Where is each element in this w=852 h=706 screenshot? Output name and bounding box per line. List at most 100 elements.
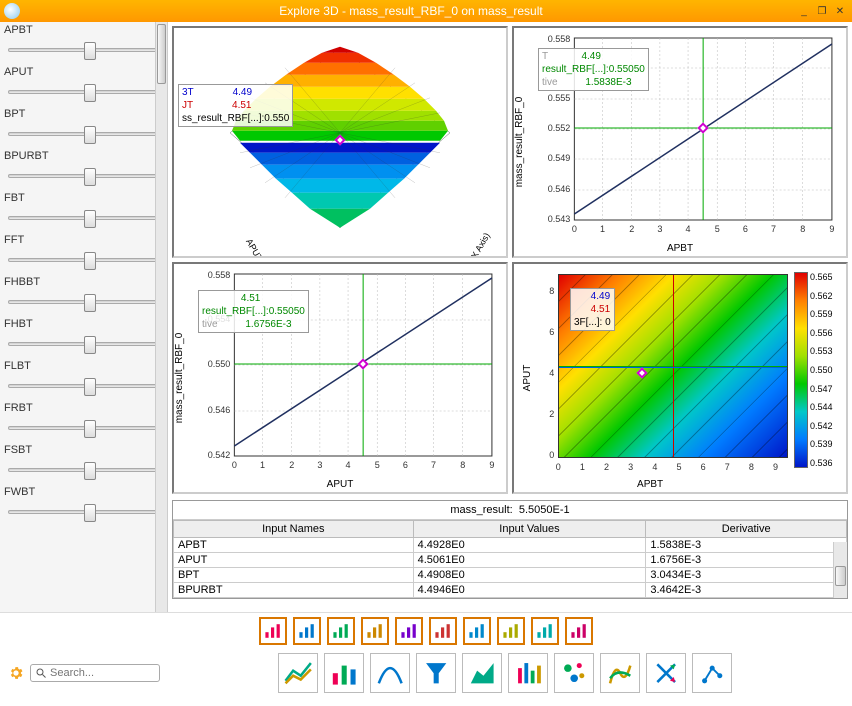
slider-thumb[interactable] — [84, 210, 96, 228]
slider-track[interactable] — [8, 206, 159, 230]
slider-thumb[interactable] — [84, 252, 96, 270]
maximize-button[interactable]: ❐ — [814, 4, 830, 18]
colorbar-tick: 0.562 — [810, 291, 833, 301]
svg-text:0.549: 0.549 — [548, 153, 571, 163]
slider-label: FRBT — [2, 402, 165, 414]
slider-track[interactable] — [8, 416, 159, 440]
slider-track[interactable] — [8, 248, 159, 272]
result-panel: mass_result: 5.5050E-1 Input NamesInput … — [172, 500, 848, 599]
search-input[interactable] — [50, 667, 155, 679]
svg-text:4: 4 — [549, 368, 554, 378]
table-cell: APUT — [174, 553, 414, 568]
svg-text:0.543: 0.543 — [548, 214, 571, 224]
slider-thumb[interactable] — [84, 42, 96, 60]
titlebar: Explore 3D - mass_result_RBF_0 on mass_r… — [0, 0, 852, 22]
close-button[interactable]: ✕ — [832, 4, 848, 18]
svg-text:4: 4 — [686, 224, 691, 234]
scrollbar-thumb[interactable] — [157, 24, 166, 84]
svg-text:0: 0 — [572, 224, 577, 234]
surface-chart-icon[interactable] — [278, 653, 318, 693]
bars-icon[interactable] — [497, 617, 525, 645]
slider-track[interactable] — [8, 500, 159, 524]
svg-text:1: 1 — [600, 224, 605, 234]
bubble-icon[interactable] — [531, 617, 559, 645]
svg-text:3: 3 — [657, 224, 662, 234]
align-left-icon[interactable] — [327, 617, 355, 645]
contour-chart[interactable]: 012 345 6789 024 68 APBT APUT 4.49 4.51 … — [512, 262, 848, 494]
slider-track[interactable] — [8, 122, 159, 146]
slider-thumb[interactable] — [84, 504, 96, 522]
slider-track[interactable] — [8, 290, 159, 314]
slider-track[interactable] — [8, 374, 159, 398]
shuffle-icon[interactable] — [646, 653, 686, 693]
svg-text:0: 0 — [556, 462, 561, 472]
table-header: Input Values — [413, 521, 646, 538]
split-icon[interactable] — [429, 617, 457, 645]
columns-icon[interactable] — [293, 617, 321, 645]
path-icon[interactable] — [692, 653, 732, 693]
svg-text:4: 4 — [346, 460, 351, 470]
table-row[interactable]: APBT4.4928E01.5838E-3 — [174, 538, 847, 553]
table-cell: 4.5061E0 — [413, 553, 646, 568]
svg-text:9: 9 — [829, 224, 834, 234]
x-axis-label: APBT — [667, 243, 693, 254]
slider-thumb[interactable] — [84, 378, 96, 396]
result-table: Input NamesInput ValuesDerivative APBT4.… — [173, 520, 847, 598]
table-row[interactable]: BPT4.4908E03.0434E-3 — [174, 568, 847, 583]
scatter-icon[interactable] — [395, 617, 423, 645]
slider-track[interactable] — [8, 332, 159, 356]
line-chart-apbt[interactable]: 012 345 6789 0.5430.5460.549 0.5520.5550… — [512, 26, 848, 258]
table-row[interactable]: BPURBT4.4946E03.4642E-3 — [174, 583, 847, 598]
bar-chart-icon[interactable] — [324, 653, 364, 693]
svg-text:0: 0 — [549, 450, 554, 460]
grid-icon[interactable] — [259, 617, 287, 645]
table-scrollbar[interactable] — [833, 542, 847, 598]
area-chart-icon[interactable] — [462, 653, 502, 693]
slider-thumb[interactable] — [84, 294, 96, 312]
svg-text:6: 6 — [701, 462, 706, 472]
slider-thumb[interactable] — [84, 126, 96, 144]
colorbar: 0.5650.5620.5590.5560.5530.5500.5470.544… — [794, 272, 844, 468]
bell-curve-icon[interactable] — [370, 653, 410, 693]
contour-icon[interactable] — [600, 653, 640, 693]
slider-track[interactable] — [8, 80, 159, 104]
table-cell: 3.4642E-3 — [646, 583, 847, 598]
slider-track[interactable] — [8, 458, 159, 482]
slider-sidebar: APBTAPUTBPTBPURBTFBTFFTFHBBTFHBTFLBTFRBT… — [0, 22, 168, 612]
cluster-icon[interactable] — [554, 653, 594, 693]
slider-thumb[interactable] — [84, 336, 96, 354]
svg-text:0.552: 0.552 — [548, 123, 571, 133]
table-header: Input Names — [174, 521, 414, 538]
slider-label: FHBBT — [2, 276, 165, 288]
search-box[interactable] — [30, 664, 160, 682]
column-chart-icon[interactable] — [508, 653, 548, 693]
table-cell: 3.0434E-3 — [646, 568, 847, 583]
trend-icon[interactable] — [463, 617, 491, 645]
slider-thumb[interactable] — [84, 420, 96, 438]
align-right-icon[interactable] — [361, 617, 389, 645]
x-axis-label: APBT — [637, 479, 663, 490]
slider-track[interactable] — [8, 38, 159, 62]
svg-text:9: 9 — [773, 462, 778, 472]
minimize-button[interactable]: _ — [796, 4, 812, 18]
svg-text:1: 1 — [260, 460, 265, 470]
funnel-icon[interactable] — [416, 653, 456, 693]
slider-bpt: BPT — [2, 108, 165, 146]
slider-thumb[interactable] — [84, 84, 96, 102]
table-header: Derivative — [646, 521, 847, 538]
svg-text:0.546: 0.546 — [208, 405, 231, 415]
slider-fhbt: FHBT — [2, 318, 165, 356]
line-chart-aput[interactable]: 012 345 6789 0.5420.5460.550 0.5540.558 … — [172, 262, 508, 494]
slider-fbt: FBT — [2, 192, 165, 230]
svg-text:0.558: 0.558 — [548, 34, 571, 44]
gear-icon[interactable] — [8, 665, 24, 681]
scrollbar-thumb[interactable] — [835, 566, 846, 586]
sidebar-scrollbar[interactable] — [155, 22, 167, 612]
stats-icon[interactable] — [565, 617, 593, 645]
slider-track[interactable] — [8, 164, 159, 188]
surface-3d-chart[interactable]: 3T 4.49 JT 4.51 ss_result_RBF[...]:0.550… — [172, 26, 508, 258]
slider-thumb[interactable] — [84, 462, 96, 480]
svg-text:1: 1 — [580, 462, 585, 472]
slider-thumb[interactable] — [84, 168, 96, 186]
table-row[interactable]: APUT4.5061E01.6756E-3 — [174, 553, 847, 568]
